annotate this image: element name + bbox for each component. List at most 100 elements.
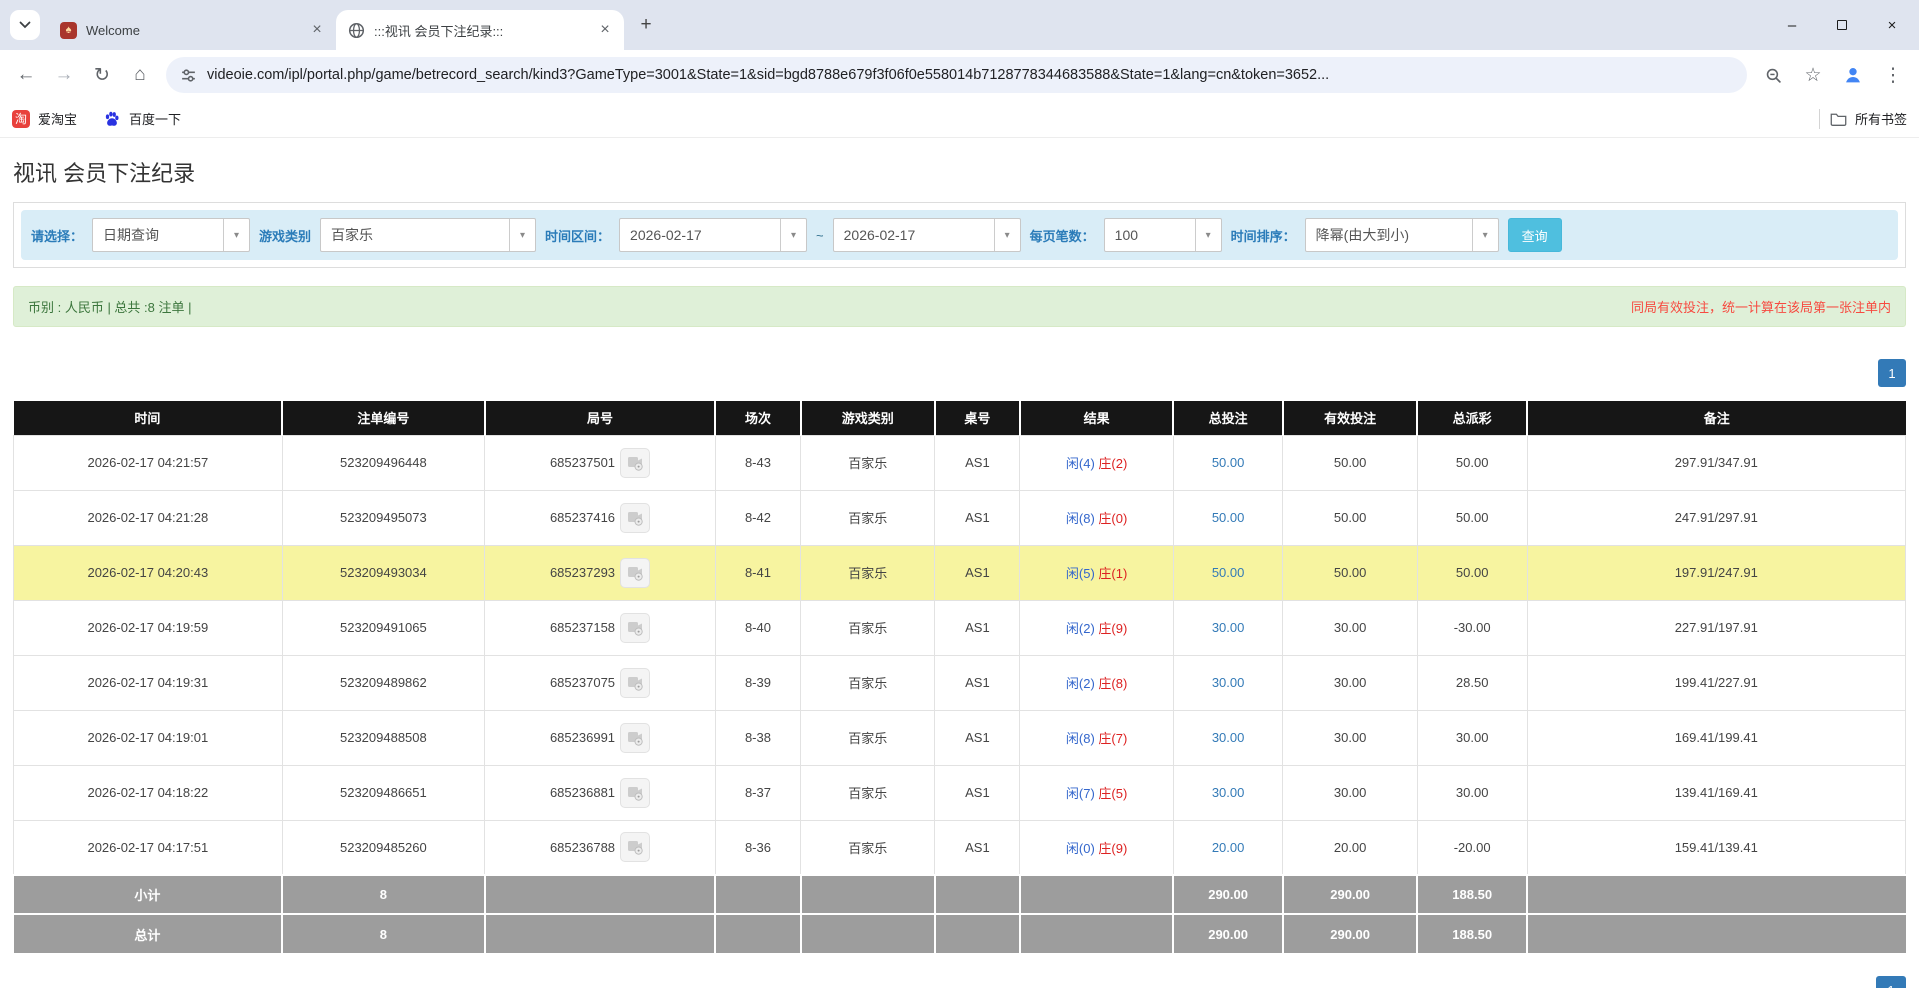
- cell-total-bet: 50.00: [1173, 545, 1283, 600]
- video-replay-button[interactable]: [620, 668, 650, 698]
- all-bookmarks-button[interactable]: 所有书签: [1830, 109, 1907, 128]
- cell-valid-bet: 30.00: [1283, 655, 1417, 710]
- cell-note: 197.91/247.91: [1527, 545, 1905, 600]
- site-settings-icon[interactable]: [180, 67, 197, 84]
- cell-game: 百家乐: [801, 710, 935, 765]
- cell-result: 闲(2) 庄(8): [1020, 655, 1173, 710]
- cell-total-bet: 20.00: [1173, 820, 1283, 875]
- window-minimize-button[interactable]: –: [1771, 9, 1813, 41]
- cell-table: AS1: [935, 545, 1020, 600]
- result-banker: 庄(7): [1098, 731, 1127, 746]
- video-replay-button[interactable]: [620, 448, 650, 478]
- cell-session: 8-37: [715, 765, 800, 820]
- result-player: 闲(0): [1066, 841, 1095, 856]
- cell-valid-bet: 30.00: [1283, 600, 1417, 655]
- total-bet-link[interactable]: 50.00: [1212, 510, 1245, 525]
- video-replay-button[interactable]: [620, 613, 650, 643]
- menu-kebab-icon[interactable]: ⋮: [1875, 57, 1911, 93]
- cell-round: 685237416: [485, 490, 716, 545]
- video-replay-button[interactable]: [620, 723, 650, 753]
- tab-search-button[interactable]: [10, 10, 40, 40]
- cell-table: AS1: [935, 490, 1020, 545]
- total-payout: 188.50: [1417, 914, 1527, 953]
- sort-dropdown[interactable]: 降幂(由大到小) ▾: [1305, 218, 1499, 252]
- chevron-down-icon[interactable]: ▾: [509, 219, 535, 251]
- cell-time: 2026-02-17 04:18:22: [14, 765, 283, 820]
- bookmark-taobao[interactable]: 淘 爱淘宝: [12, 109, 77, 128]
- total-bet-link[interactable]: 50.00: [1212, 455, 1245, 470]
- per-page-dropdown[interactable]: 100 ▾: [1104, 218, 1222, 252]
- forward-button[interactable]: →: [46, 57, 82, 93]
- close-icon[interactable]: ×: [308, 21, 326, 39]
- tab-bet-record[interactable]: :::视讯 会员下注纪录::: ×: [336, 10, 624, 50]
- select-type-label: 请选择：: [31, 226, 83, 245]
- result-banker: 庄(1): [1098, 566, 1127, 581]
- divider: [1819, 109, 1820, 129]
- video-replay-button[interactable]: [620, 832, 650, 862]
- close-icon[interactable]: ×: [596, 21, 614, 39]
- cell-round: 685237158: [485, 600, 716, 655]
- cell-bet-id: 523209496448: [282, 435, 484, 490]
- reload-button[interactable]: ↻: [84, 57, 120, 93]
- result-player: 闲(2): [1066, 621, 1095, 636]
- total-bet-link[interactable]: 30.00: [1212, 620, 1245, 635]
- result-player: 闲(2): [1066, 676, 1095, 691]
- total-bet-link[interactable]: 30.00: [1212, 730, 1245, 745]
- film-icon: [626, 619, 644, 637]
- profile-avatar[interactable]: [1835, 57, 1871, 93]
- cell-time: 2026-02-17 04:19:01: [14, 710, 283, 765]
- cell-time: 2026-02-17 04:21:28: [14, 490, 283, 545]
- table-row: 2026-02-17 04:19:01 523209488508 6852369…: [14, 710, 1906, 765]
- table-body: 2026-02-17 04:21:57 523209496448 6852375…: [14, 435, 1906, 875]
- video-replay-button[interactable]: [620, 503, 650, 533]
- cell-round: 685237075: [485, 655, 716, 710]
- video-replay-button[interactable]: [620, 558, 650, 588]
- query-type-dropdown[interactable]: 日期查询 ▾: [92, 218, 250, 252]
- total-bet-link[interactable]: 50.00: [1212, 565, 1245, 580]
- tab-welcome[interactable]: ♠ Welcome ×: [48, 10, 336, 50]
- baidu-paw-icon: [103, 110, 121, 128]
- date-range-label: 时间区间：: [545, 226, 610, 245]
- home-button[interactable]: ⌂: [122, 57, 158, 93]
- total-bet-link[interactable]: 30.00: [1212, 785, 1245, 800]
- cell-payout: 50.00: [1417, 545, 1527, 600]
- bookmark-star-icon[interactable]: ☆: [1795, 57, 1831, 93]
- new-tab-button[interactable]: +: [632, 11, 660, 39]
- cell-game: 百家乐: [801, 765, 935, 820]
- col-bet-id: 注单编号: [282, 401, 484, 435]
- total-bet-link[interactable]: 30.00: [1212, 675, 1245, 690]
- currency-summary: 币别 : 人民币 | 总共 :8 注单 |: [28, 297, 192, 316]
- chevron-down-icon[interactable]: ▾: [223, 219, 249, 251]
- chevron-down-icon[interactable]: ▾: [1195, 219, 1221, 251]
- pagination-bottom-page-1[interactable]: 1: [1876, 976, 1906, 988]
- cell-round: 685236788: [485, 820, 716, 875]
- cell-table: AS1: [935, 710, 1020, 765]
- pagination-page-1[interactable]: 1: [1878, 359, 1906, 387]
- zoom-icon[interactable]: [1755, 57, 1791, 93]
- col-valid-bet: 有效投注: [1283, 401, 1417, 435]
- result-player: 闲(8): [1066, 731, 1095, 746]
- window-maximize-button[interactable]: [1821, 9, 1863, 41]
- cell-table: AS1: [935, 820, 1020, 875]
- back-button[interactable]: ←: [8, 57, 44, 93]
- total-total-bet: 290.00: [1173, 914, 1283, 953]
- address-bar[interactable]: videoie.com/ipl/portal.php/game/betrecor…: [166, 57, 1747, 93]
- film-icon: [626, 729, 644, 747]
- chevron-down-icon[interactable]: ▾: [780, 219, 806, 251]
- cell-game: 百家乐: [801, 435, 935, 490]
- bookmark-baidu[interactable]: 百度一下: [103, 109, 181, 128]
- cell-bet-id: 523209491065: [282, 600, 484, 655]
- window-close-button[interactable]: ×: [1871, 9, 1913, 41]
- date-to-picker[interactable]: 2026-02-17 ▾: [833, 218, 1021, 252]
- result-banker: 庄(9): [1098, 841, 1127, 856]
- round-number: 685237293: [550, 565, 615, 580]
- date-from-picker[interactable]: 2026-02-17 ▾: [619, 218, 807, 252]
- total-bet-link[interactable]: 20.00: [1212, 840, 1245, 855]
- game-type-dropdown[interactable]: 百家乐 ▾: [320, 218, 536, 252]
- chevron-down-icon[interactable]: ▾: [994, 219, 1020, 251]
- video-replay-button[interactable]: [620, 778, 650, 808]
- query-button[interactable]: 查询: [1508, 218, 1562, 252]
- col-total-bet: 总投注: [1173, 401, 1283, 435]
- summary-notice: 同局有效投注，统一计算在该局第一张注单内: [1631, 297, 1891, 316]
- chevron-down-icon[interactable]: ▾: [1472, 219, 1498, 251]
